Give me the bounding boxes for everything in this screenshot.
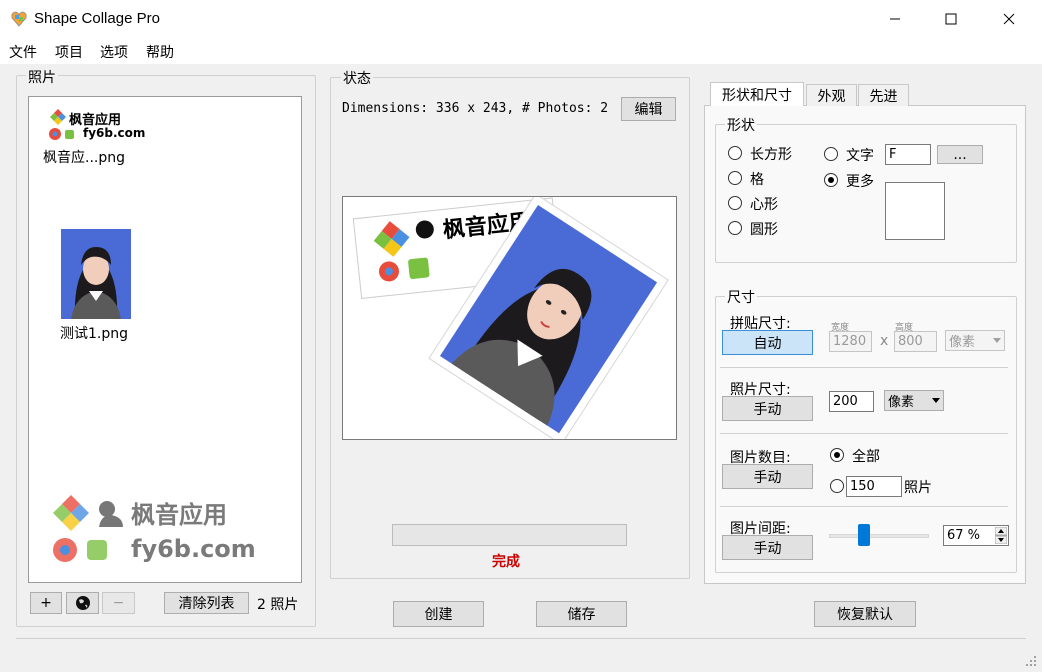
create-button[interactable]: 创建 [393, 601, 484, 627]
size-divider [720, 367, 1008, 368]
count-custom-radio[interactable] [830, 479, 844, 493]
size-x-separator: x [880, 333, 889, 349]
edit-button[interactable]: 编辑 [621, 97, 676, 121]
spacing-value: 67 % [947, 528, 981, 543]
logo-subtext: fy6b.com [83, 126, 146, 140]
watermark-figure-icon [99, 501, 123, 527]
maximize-button[interactable] [928, 0, 974, 38]
photo-thumbnail-portrait[interactable] [61, 229, 131, 319]
count-all-radio[interactable] [830, 448, 844, 462]
shape-rectangle-label: 长方形 [750, 147, 792, 163]
browse-button[interactable]: ... [937, 145, 983, 164]
app-logo-icon [11, 11, 27, 27]
resize-grip-icon[interactable] [1024, 654, 1038, 668]
save-button[interactable]: 储存 [536, 601, 627, 627]
add-photo-button[interactable]: + [30, 592, 62, 614]
photo-count: 2 照片 [257, 597, 299, 613]
maximize-icon [945, 13, 957, 25]
close-icon [1003, 13, 1015, 25]
colorful-diamond-icon [50, 109, 66, 125]
progress-bar [392, 524, 627, 546]
status-group-label: 状态 [341, 68, 373, 88]
menu-options[interactable]: 选项 [100, 42, 128, 62]
size-group-label: 尺寸 [725, 287, 757, 307]
chevron-down-icon [932, 397, 940, 403]
shape-grid-radio[interactable] [728, 171, 742, 185]
photo-count-manual-button[interactable]: 手动 [722, 464, 813, 489]
tab-advanced[interactable]: 先进 [858, 84, 909, 106]
shape-text-input[interactable]: F [885, 144, 931, 165]
spin-arrows-icon[interactable] [995, 527, 1007, 544]
photo-size-manual-button[interactable]: 手动 [722, 396, 813, 421]
photos-group-label: 照片 [26, 67, 58, 87]
bottom-divider [16, 638, 1026, 639]
collage-unit-value: 像素 [949, 335, 976, 350]
collage-preview-image: 枫音应用 [352, 197, 669, 439]
photo-name: 测试1.png [60, 326, 129, 342]
spacing-slider-thumb[interactable] [858, 524, 871, 546]
collage-width-input[interactable]: 1280 [829, 331, 872, 352]
close-button[interactable] [986, 0, 1032, 38]
photo-unit-value: 像素 [888, 395, 915, 410]
spacing-spinbox[interactable]: 67 % [943, 525, 1009, 546]
photo-size-input[interactable]: 200 [829, 391, 874, 412]
clear-list-button[interactable]: 清除列表 [164, 592, 249, 614]
menu-file[interactable]: 文件 [9, 42, 37, 62]
photo-unit-select[interactable]: 像素 [884, 390, 944, 411]
spacing-manual-button[interactable]: 手动 [722, 535, 813, 560]
remove-photo-button[interactable]: − [102, 592, 135, 614]
shape-heart-label: 心形 [750, 197, 778, 213]
collage-unit-select[interactable]: 像素 [945, 330, 1005, 351]
minimize-button[interactable] [872, 0, 918, 38]
shape-circle-radio[interactable] [728, 221, 742, 235]
minimize-icon [890, 18, 900, 20]
photo-count-input[interactable]: 150 [846, 476, 902, 497]
shape-circle-label: 圆形 [750, 222, 778, 238]
tab-shape-size[interactable]: 形状和尺寸 [710, 82, 804, 106]
shape-more-radio[interactable] [824, 173, 838, 187]
globe-icon [75, 596, 90, 610]
watermark-diamond-icon [53, 495, 89, 531]
collage-height-input[interactable]: 800 [894, 331, 937, 352]
done-status: 完成 [492, 554, 520, 570]
reset-defaults-button[interactable]: 恢复默认 [814, 601, 916, 627]
menu-project[interactable]: 项目 [55, 42, 83, 62]
shape-more-label: 更多 [846, 174, 874, 190]
size-divider [720, 433, 1008, 434]
photo-thumbnail-logo[interactable]: 枫音应用 fy6b.com [49, 109, 145, 143]
watermark-subtext: fy6b.com [131, 535, 256, 563]
add-web-photo-button[interactable] [66, 592, 99, 614]
custom-shape-preview[interactable] [885, 182, 945, 240]
count-all-label: 全部 [852, 449, 880, 465]
shape-text-label: 文字 [846, 148, 874, 164]
photo-name: 枫音应...png [43, 150, 125, 166]
window-title: Shape Collage Pro [34, 10, 160, 27]
watermark-browser-icons [53, 538, 107, 562]
shape-text-radio[interactable] [824, 147, 838, 161]
collage-size-auto-button[interactable]: 自动 [722, 330, 813, 355]
spacing-slider-track[interactable] [829, 534, 929, 538]
chevron-down-icon [993, 337, 1001, 343]
shape-heart-radio[interactable] [728, 196, 742, 210]
collage-preview: 枫音应用 [342, 196, 677, 440]
tab-appearance[interactable]: 外观 [806, 84, 857, 106]
watermark-text: 枫音应用 [131, 501, 227, 529]
shape-grid-label: 格 [750, 172, 764, 188]
dimensions-text: Dimensions: 336 x 243, # Photos: 2 [342, 101, 609, 116]
shape-rectangle-radio[interactable] [728, 146, 742, 160]
menu-help[interactable]: 帮助 [146, 42, 174, 62]
shape-group-label: 形状 [725, 115, 757, 135]
browser-android-icons [49, 128, 74, 140]
size-divider [720, 506, 1008, 507]
photo-list[interactable]: 枫音应用 fy6b.com 枫音应...png 测试1.png 枫音应用 fy6… [28, 96, 302, 583]
count-unit-label: 照片 [904, 480, 932, 496]
